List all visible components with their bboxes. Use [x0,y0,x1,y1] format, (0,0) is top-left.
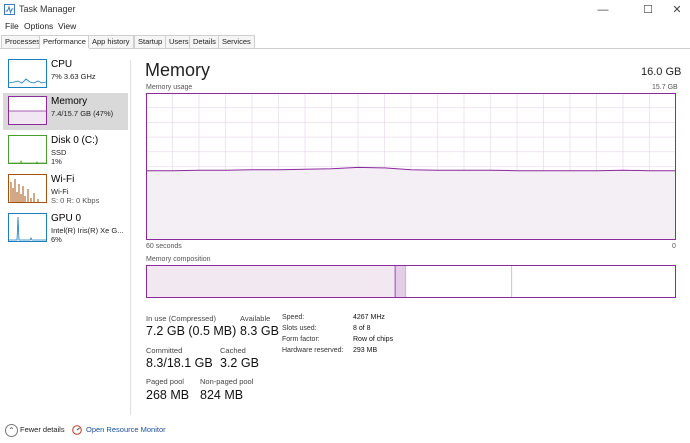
sidebar-item-subtitle: 7.4/15.7 GB (47%) [51,109,114,118]
total-memory: 16.0 GB [641,66,682,78]
cpu-mini-graph [8,59,47,88]
sidebar-item-detail: 6% [51,235,62,244]
cached-value: 3.2 GB [220,356,259,370]
paged-pool-label: Paged pool [146,377,184,386]
non-paged-pool-label: Non-paged pool [200,377,254,386]
in-use-value: 7.2 GB (0.5 MB) [146,324,237,338]
available-value: 8.3 GB [240,324,279,338]
slots-used-value: 8 of 8 [353,325,371,332]
menu-view[interactable]: View [58,21,76,31]
sidebar-item-detail: 1% [51,157,62,166]
sidebar-item-subtitle: 7% 3.63 GHz [51,72,96,81]
available-label: Available [240,314,271,323]
tab-services[interactable]: Services [218,35,255,48]
sidebar-item-title: Memory [51,96,88,107]
page-title: Memory [145,60,211,80]
speed-value: 4267 MHz [353,314,385,321]
close-button[interactable]: ✕ [666,2,688,18]
tab-app-history[interactable]: App history [88,35,134,48]
hardware-reserved-value: 293 MB [353,347,378,354]
memory-usage-label: Memory usage [146,84,193,91]
committed-label: Committed [146,346,183,355]
memory-mini-graph [8,96,47,125]
cached-label: Cached [220,346,246,355]
slots-used-label: Slots used: [282,325,317,332]
sidebar-item-title: Disk 0 (C:) [51,135,99,146]
sidebar-item-detail: S: 0 R: 0 Kbps [51,196,100,205]
resource-monitor-icon[interactable] [72,425,82,435]
committed-value: 8.3/18.1 GB [146,356,213,370]
tab-processes[interactable]: Processes [1,35,45,48]
sidebar-item-gpu[interactable]: GPU 0 Intel(R) Iris(R) Xe G... 6% [3,210,128,247]
sidebar-item-title: GPU 0 [51,213,82,224]
disk-mini-graph [8,135,47,164]
minimize-button[interactable]: — [592,2,614,18]
non-paged-pool-value: 824 MB [200,388,244,402]
composition-in-use [146,265,396,298]
speed-label: Speed: [282,314,305,321]
sidebar-item-title: CPU [51,59,73,70]
paged-pool-value: 268 MB [146,388,190,402]
task-manager-icon [4,4,15,15]
maximize-button[interactable]: ☐ [637,2,659,18]
sidebar-item-cpu[interactable]: CPU 7% 3.63 GHz [3,56,128,93]
sidebar-item-subtitle: SSD [51,148,67,157]
sidebar-item-wifi[interactable]: Wi-Fi Wi-Fi S: 0 R: 0 Kbps [3,171,128,208]
tab-startup[interactable]: Startup [134,35,167,48]
tab-details[interactable]: Details [189,35,220,48]
memory-composition-label: Memory composition [146,256,211,263]
tab-performance[interactable]: Performance [39,35,90,49]
fewer-details-button[interactable]: Fewer details [20,425,65,434]
sidebar-item-subtitle: Intel(R) Iris(R) Xe G... [51,226,124,235]
open-resource-monitor-link[interactable]: Open Resource Monitor [86,425,166,434]
memory-composition-bar [146,265,676,298]
hardware-reserved-label: Hardware reserved: [282,347,344,354]
sidebar-item-memory[interactable]: Memory 7.4/15.7 GB (47%) [3,93,128,130]
sidebar-item-title: Wi-Fi [51,174,75,185]
memory-usage-chart [146,93,676,240]
time-axis-right: 0 [672,243,676,250]
menu-file[interactable]: File [5,21,19,31]
wifi-mini-graph [8,174,47,203]
time-axis-left: 60 seconds [146,243,182,250]
sidebar-divider [130,60,131,415]
menu-options[interactable]: Options [24,21,53,31]
sidebar-item-subtitle: Wi-Fi [51,187,69,196]
title-bar [0,0,690,20]
form-factor-label: Form factor: [282,336,320,343]
chevron-up-icon[interactable]: ⌃ [5,424,18,437]
window-title: Task Manager [19,4,76,14]
gpu-mini-graph [8,213,47,242]
memory-usage-max: 15.7 GB [652,84,678,91]
in-use-label: In use (Compressed) [146,314,217,323]
memory-usage-area [146,167,676,240]
form-factor-value: Row of chips [353,336,394,343]
resource-sidebar: CPU 7% 3.63 GHz Memory 7.4/15.7 GB (47%)… [0,48,130,423]
sidebar-item-disk[interactable]: Disk 0 (C:) SSD 1% [3,132,128,169]
composition-modified [395,265,406,298]
